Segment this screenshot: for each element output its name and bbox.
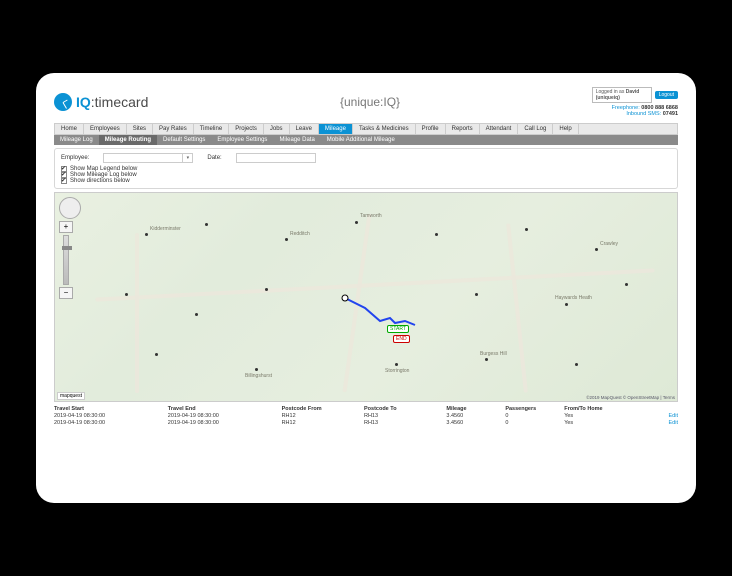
- tab-employees[interactable]: Employees: [84, 124, 127, 134]
- mileage-table: Travel Start Travel End Postcode From Postc…: [54, 406, 678, 426]
- date-label: Date:: [207, 155, 221, 161]
- route-start-marker: START: [387, 325, 409, 333]
- subtab-mileage-log[interactable]: Mileage Log: [54, 135, 99, 145]
- tab-sites[interactable]: Sites: [127, 124, 153, 134]
- app-window: IQ:timecard {unique:IQ} Logged in as Dav…: [36, 73, 696, 503]
- subtab-mileage-routing[interactable]: Mileage Routing: [99, 135, 157, 145]
- map-attribution: ©2019 MapQuest © OpenStreetMap | Terms: [586, 395, 675, 400]
- table-cell: RH13: [364, 413, 442, 419]
- checkbox-show-directions-below[interactable]: Show directions below: [61, 178, 671, 184]
- table-cell: RH12: [282, 420, 360, 426]
- sms-line: Inbound SMS: 07491: [592, 111, 678, 117]
- route-line: [55, 193, 677, 401]
- employee-label: Employee:: [61, 155, 89, 161]
- table-header: Travel Start: [54, 406, 164, 412]
- table-header: Postcode From: [282, 406, 360, 412]
- tab-leave[interactable]: Leave: [290, 124, 319, 134]
- tab-help[interactable]: Help: [553, 124, 578, 134]
- table-cell: Yes: [564, 420, 642, 426]
- brand-logo: IQ:timecard: [54, 93, 148, 111]
- table-header: [647, 406, 678, 412]
- edit-link[interactable]: Edit: [647, 413, 678, 419]
- table-header: Travel End: [168, 406, 278, 412]
- table-cell: 2019-04-19 08:30:00: [54, 413, 164, 419]
- tab-pay-rates[interactable]: Pay Rates: [153, 124, 194, 134]
- tab-profile[interactable]: Profile: [416, 124, 446, 134]
- main-nav: HomeEmployeesSitesPay RatesTimelineProje…: [54, 123, 678, 135]
- route-end-marker: END: [393, 335, 410, 343]
- chevron-down-icon[interactable]: ▾: [183, 153, 193, 163]
- table-header: Mileage: [446, 406, 501, 412]
- checkbox-icon: [61, 178, 67, 184]
- tab-home[interactable]: Home: [55, 124, 84, 134]
- subtab-default-settings[interactable]: Default Settings: [157, 135, 211, 145]
- tab-jobs[interactable]: Jobs: [264, 124, 290, 134]
- table-header: From/To Home: [564, 406, 642, 412]
- table-header: Postcode To: [364, 406, 442, 412]
- tab-reports[interactable]: Reports: [446, 124, 480, 134]
- header-right: Logged in as David (uniqueiq) Logout Fre…: [592, 87, 678, 117]
- tab-timeline[interactable]: Timeline: [194, 124, 229, 134]
- tab-tasks-medicines[interactable]: Tasks & Medicines: [353, 124, 416, 134]
- logged-in-box: Logged in as David (uniqueiq): [592, 87, 652, 103]
- subtab-employee-settings[interactable]: Employee Settings: [211, 135, 273, 145]
- header: IQ:timecard {unique:IQ} Logged in as Dav…: [54, 87, 678, 117]
- brand-text: IQ:timecard: [76, 94, 148, 110]
- map-provider-logo: mapquest: [57, 392, 85, 400]
- table-header: Passengers: [505, 406, 560, 412]
- brand-center: {unique:IQ}: [340, 95, 400, 109]
- table-cell: Yes: [564, 413, 642, 419]
- tab-projects[interactable]: Projects: [229, 124, 264, 134]
- table-cell: 2019-04-19 08:30:00: [168, 413, 278, 419]
- subtab-mileage-data[interactable]: Mileage Data: [273, 135, 320, 145]
- subtab-mobile-additional-mileage[interactable]: Mobile Additional Mileage: [321, 135, 401, 145]
- edit-link[interactable]: Edit: [647, 420, 678, 426]
- table-cell: 0: [505, 413, 560, 419]
- tab-mileage[interactable]: Mileage: [319, 124, 353, 134]
- clock-icon: [54, 93, 72, 111]
- table-cell: 0: [505, 420, 560, 426]
- table-cell: 2019-04-19 08:30:00: [168, 420, 278, 426]
- table-cell: 3.4560: [446, 413, 501, 419]
- table-cell: RH13: [364, 420, 442, 426]
- employee-dropdown[interactable]: ▾: [103, 153, 193, 163]
- table-cell: RH12: [282, 413, 360, 419]
- date-input[interactable]: [236, 153, 316, 163]
- logout-button[interactable]: Logout: [655, 91, 678, 99]
- sub-nav: Mileage LogMileage RoutingDefault Settin…: [54, 135, 678, 145]
- map[interactable]: + − Kidderminster Redditch Tamworth Craw…: [54, 192, 678, 402]
- table-cell: 3.4560: [446, 420, 501, 426]
- tab-attendant[interactable]: Attendant: [480, 124, 519, 134]
- table-cell: 2019-04-19 08:30:00: [54, 420, 164, 426]
- tab-call-log[interactable]: Call Log: [518, 124, 553, 134]
- filter-panel: Employee: ▾ Date: Show Map Legend belowS…: [54, 148, 678, 189]
